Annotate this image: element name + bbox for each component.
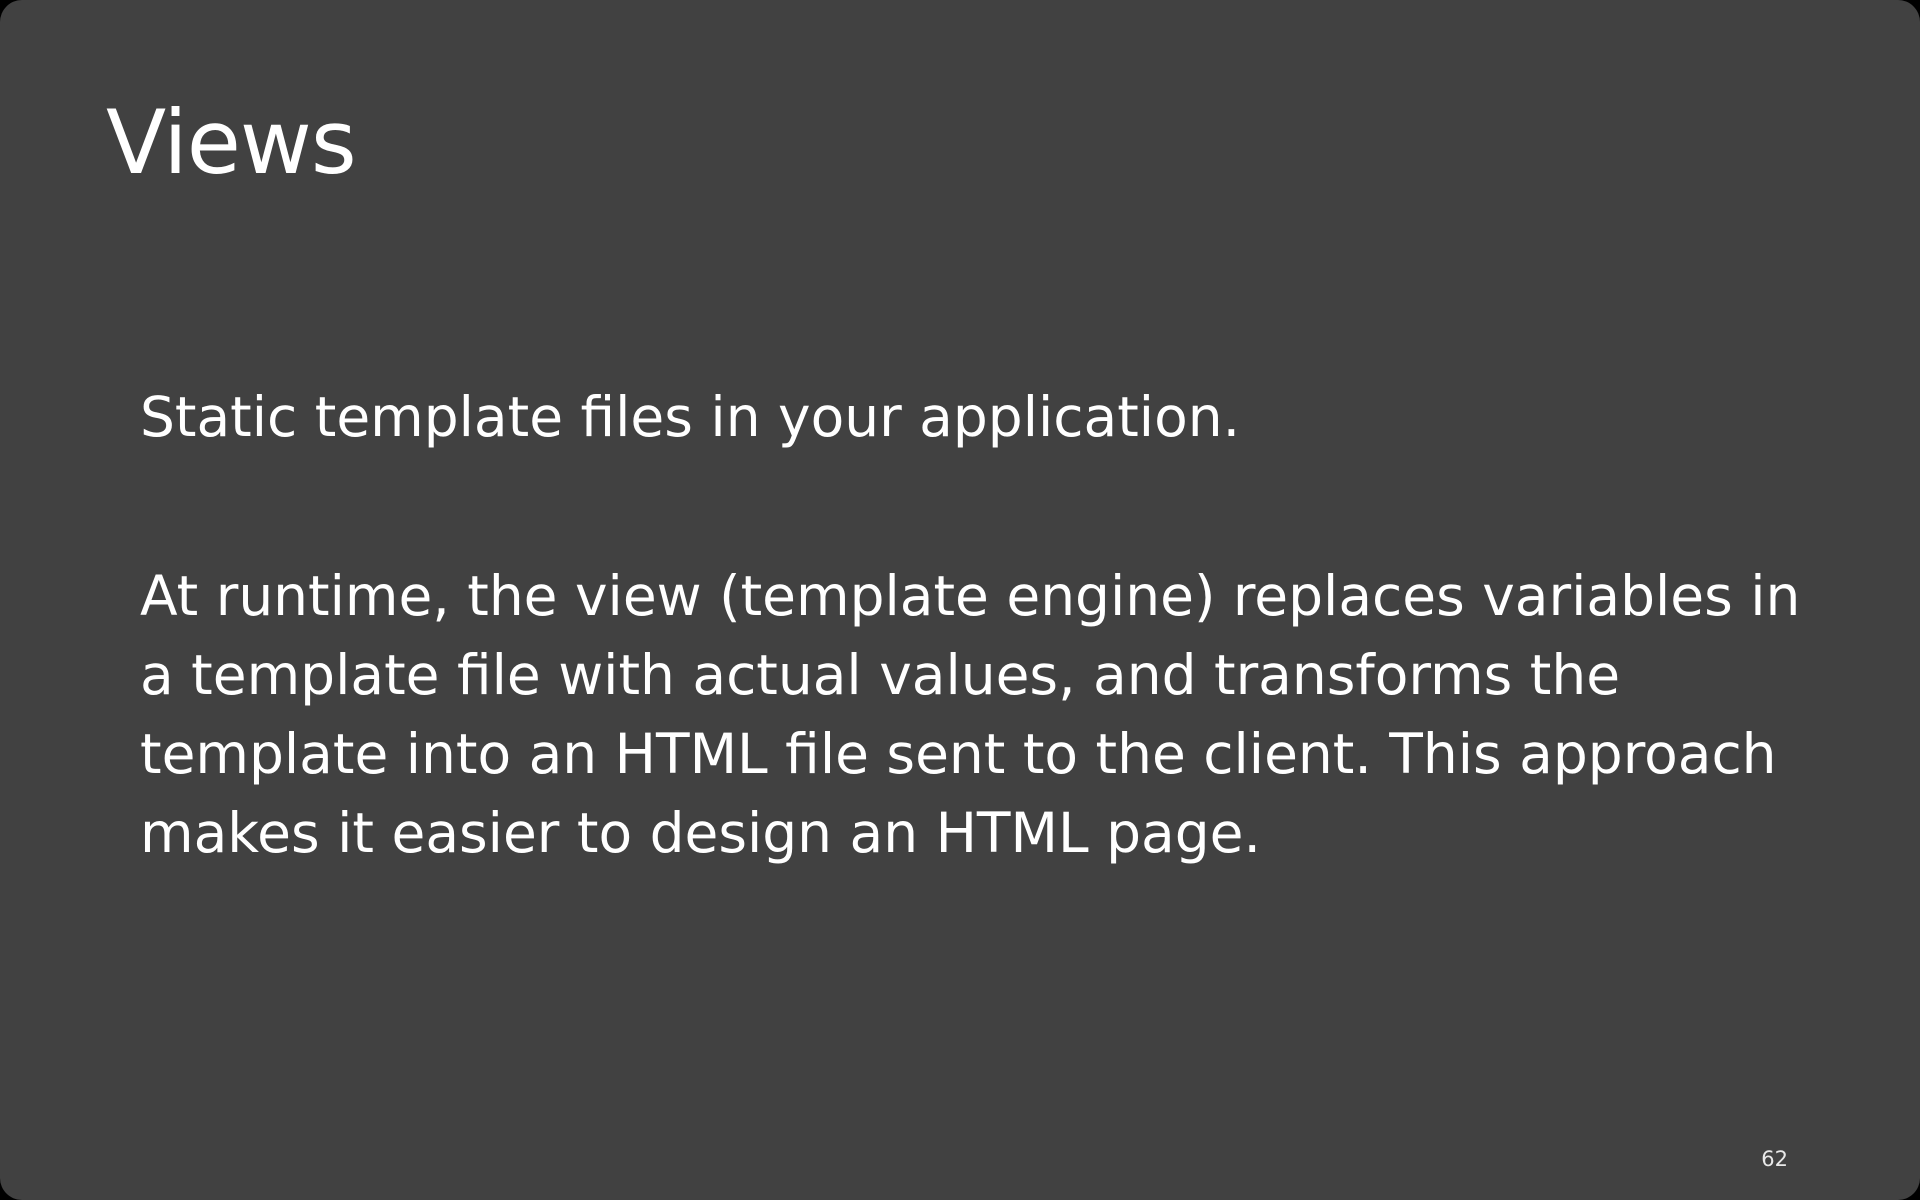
body-paragraph-intro: Static template files in your applicatio…	[140, 385, 1241, 449]
slide-number: 62	[1761, 1147, 1788, 1171]
presentation-slide: Views Static template files in your appl…	[0, 0, 1920, 1200]
slide-title: Views	[106, 91, 357, 194]
body-paragraph-explanation: At runtime, the view (template engine) r…	[140, 564, 1801, 865]
slide-body: Static template files in your applicatio…	[140, 378, 1820, 873]
